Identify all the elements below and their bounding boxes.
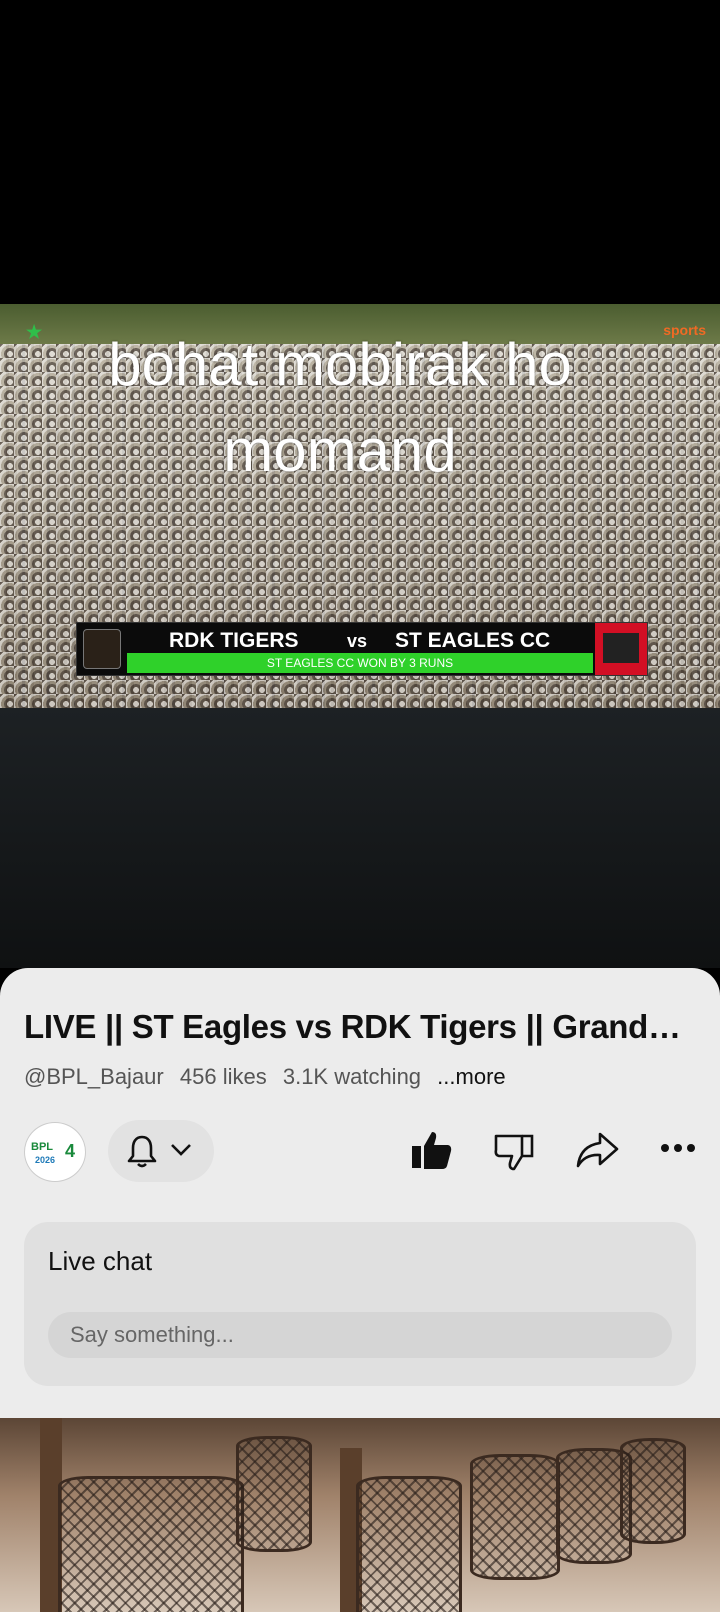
bell-icon — [127, 1135, 157, 1168]
share-icon[interactable] — [574, 1128, 620, 1172]
thumbnail-cage — [620, 1438, 686, 1544]
more-options-icon[interactable] — [660, 1142, 696, 1154]
more-link[interactable]: ...more — [437, 1064, 505, 1089]
thumbnail-cage — [236, 1436, 312, 1552]
watching-count: 3.1K watching — [282, 1064, 422, 1089]
thumbs-down-icon[interactable] — [492, 1128, 536, 1172]
player-background — [0, 708, 720, 968]
chevron-down-icon — [171, 1144, 191, 1156]
caption-line-1: bohat mobirak ho — [108, 331, 572, 398]
thumbs-up-icon[interactable] — [410, 1128, 454, 1172]
team2-logo — [595, 623, 647, 675]
next-video-thumbnail[interactable] — [0, 1418, 720, 1612]
top-letterbox — [0, 0, 720, 304]
score-teams: RDK TIGERS vs ST EAGLES CC — [129, 627, 589, 653]
avatar-text: BPL — [31, 1141, 53, 1153]
video-info-panel: LIVE || ST Eagles vs RDK Tigers || Grand… — [0, 968, 720, 1418]
video-player[interactable]: ★ sports bohat mobirak ho momand RDK TIG… — [0, 304, 720, 708]
video-caption: bohat mobirak ho momand — [0, 322, 680, 494]
chat-input[interactable]: Say something... — [48, 1312, 672, 1358]
avatar-number: 4 — [65, 1141, 76, 1161]
avatar-year: 2026 — [35, 1155, 56, 1165]
team1-logo — [83, 629, 121, 669]
team1-name: RDK TIGERS — [169, 629, 299, 652]
thumbnail-cage — [58, 1476, 244, 1612]
channel-avatar[interactable]: BPL 2026 4 — [24, 1122, 86, 1182]
thumbnail-cage — [356, 1476, 462, 1612]
likes-count: 456 likes — [179, 1064, 267, 1089]
video-title[interactable]: LIVE || ST Eagles vs RDK Tigers || Grand… — [24, 1008, 704, 1046]
video-meta: @BPL_Bajaur 456 likes 3.1K watching ...m… — [24, 1064, 516, 1090]
score-bar: RDK TIGERS vs ST EAGLES CC ST EAGLES CC … — [76, 622, 648, 676]
action-bar: BPL 2026 4 — [0, 1118, 720, 1182]
thumbnail-cage — [470, 1454, 560, 1580]
channel-handle[interactable]: @BPL_Bajaur — [24, 1064, 164, 1089]
versus-label: vs — [347, 631, 368, 651]
caption-line-2: momand — [223, 417, 457, 484]
notification-button[interactable] — [108, 1120, 214, 1182]
live-chat-box[interactable]: Live chat Say something... — [24, 1222, 696, 1386]
live-chat-title: Live chat — [48, 1246, 153, 1276]
match-result: ST EAGLES CC WON BY 3 RUNS — [127, 653, 593, 673]
team2-name: ST EAGLES CC — [395, 629, 551, 652]
